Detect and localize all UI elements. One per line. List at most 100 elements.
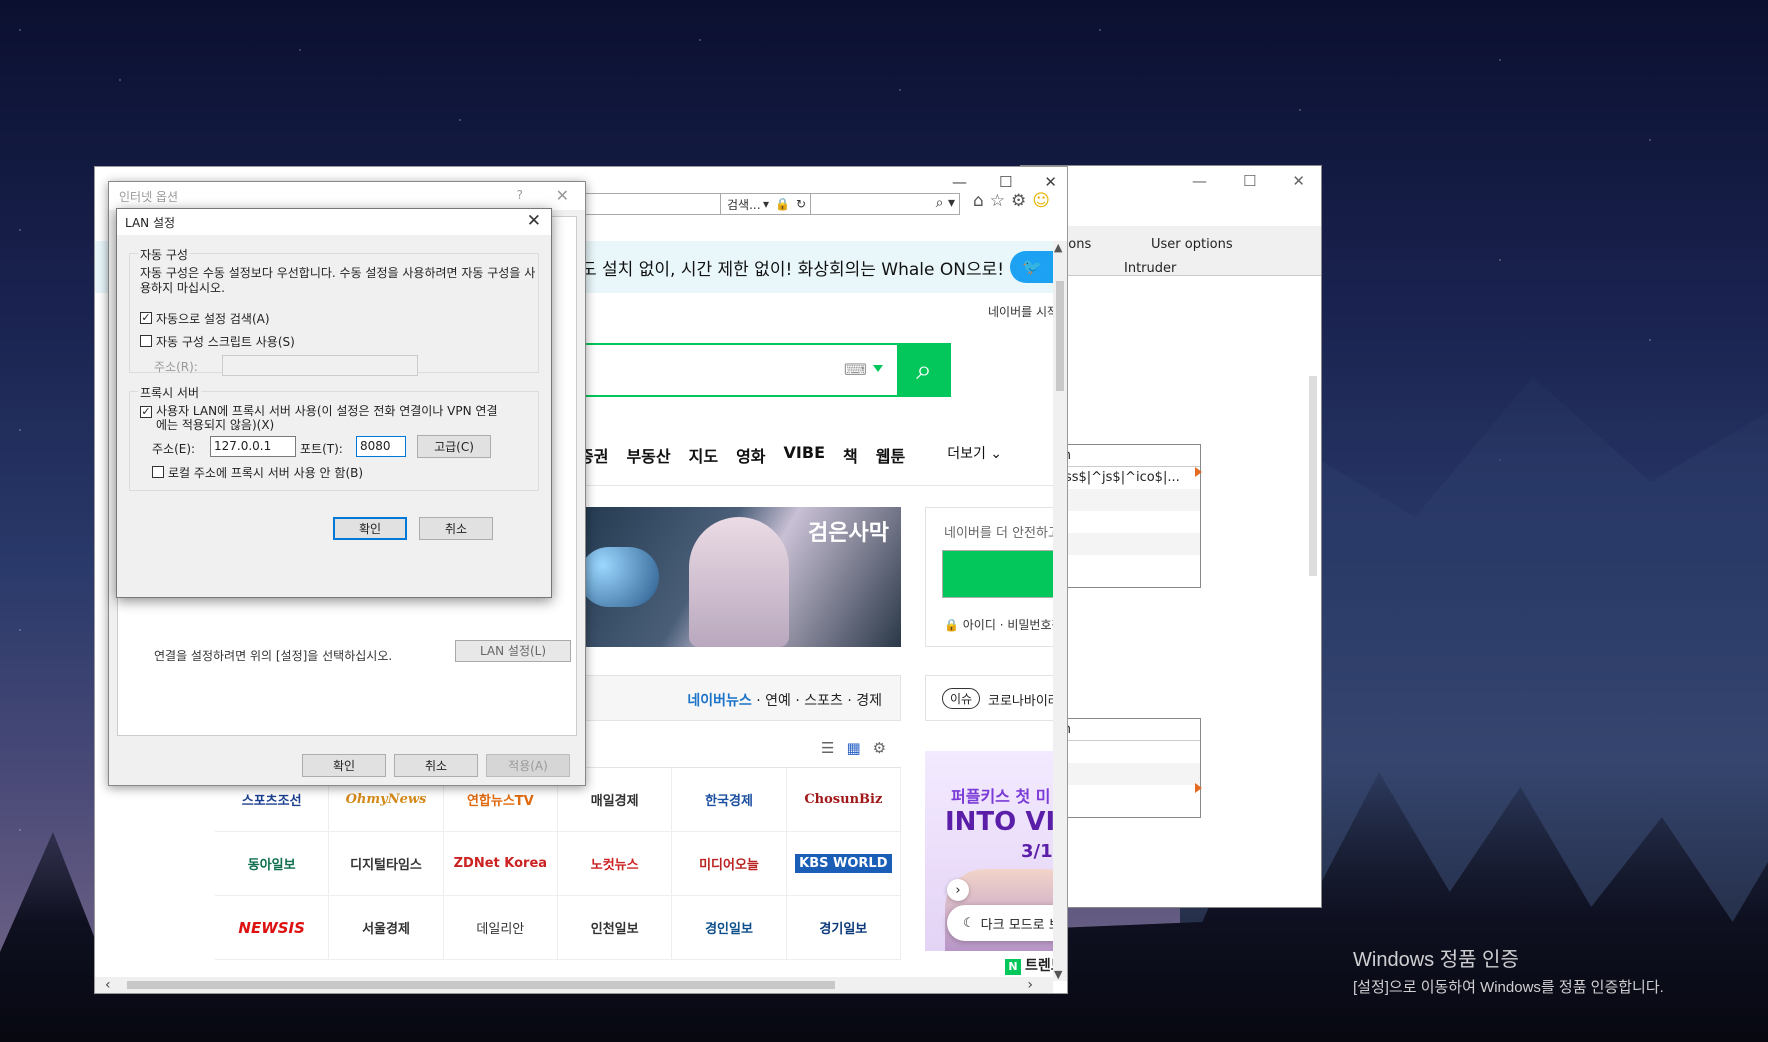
config-script-checkbox[interactable]: 자동 구성 스크립트 사용(S) bbox=[140, 333, 295, 350]
proxy-port-label: 포트(T): bbox=[300, 442, 343, 456]
issue-badge: 이슈 bbox=[942, 688, 981, 709]
ok-button[interactable]: 확인 bbox=[333, 517, 407, 540]
feedback-icon[interactable]: ☺ bbox=[1032, 191, 1050, 211]
settings-icon[interactable]: ⚙ bbox=[1011, 191, 1026, 211]
minimize-icon[interactable]: — bbox=[1192, 172, 1207, 190]
browser-search[interactable]: 검색... ⌕ ▾ bbox=[720, 193, 960, 215]
nav-item[interactable]: 지도 bbox=[689, 443, 718, 467]
keyboard-icon[interactable]: ⌨ bbox=[844, 360, 867, 379]
script-address-input[interactable] bbox=[222, 355, 418, 376]
vertical-scrollbar[interactable]: ▲ ▼ bbox=[1053, 241, 1067, 981]
naver-search-button[interactable]: ⌕ bbox=[897, 343, 951, 397]
search-input[interactable]: 검색... bbox=[727, 196, 761, 213]
checkbox-box[interactable] bbox=[140, 335, 152, 347]
naver-login-button[interactable]: NA bbox=[942, 550, 1067, 598]
cancel-button[interactable]: 취소 bbox=[394, 754, 478, 777]
naver-search-input[interactable]: ⌨ bbox=[579, 343, 897, 397]
close-icon[interactable]: ✕ bbox=[1292, 172, 1305, 190]
press-logo[interactable]: 경기일보 bbox=[786, 896, 901, 960]
watermark-title: Windows 정품 인증 bbox=[1353, 949, 1519, 971]
play-arrow-icon[interactable] bbox=[1195, 783, 1202, 793]
chevron-down-icon[interactable] bbox=[873, 365, 883, 372]
press-logo[interactable]: 인천일보 bbox=[558, 896, 673, 960]
press-logo[interactable]: 동아일보 bbox=[215, 832, 330, 896]
tab-user-options[interactable]: User options bbox=[1151, 237, 1233, 252]
ad-banner[interactable]: 검은사막 bbox=[579, 507, 901, 647]
bypass-local-checkbox[interactable]: 로컬 주소에 프록시 서버 사용 안 함(B) bbox=[152, 464, 363, 481]
ad-title: 검은사막 bbox=[808, 521, 889, 546]
nav-item[interactable]: VIBE bbox=[784, 443, 825, 467]
press-logo[interactable]: 디지털타임스 bbox=[329, 832, 444, 896]
maximize-icon[interactable]: ☐ bbox=[1243, 172, 1256, 190]
ad-character bbox=[689, 517, 789, 647]
advanced-button[interactable]: 고급(C) bbox=[417, 435, 491, 458]
burp-scrollbar[interactable] bbox=[1309, 376, 1317, 576]
use-proxy-checkbox[interactable]: ✓ 사용자 LAN에 프록시 서버 사용(이 설정은 전화 연결이나 VPN 연… bbox=[140, 404, 500, 432]
home-icon[interactable]: ⌂ bbox=[973, 191, 984, 211]
find-id-link[interactable]: 아이디 · 비밀번호찾 bbox=[963, 618, 1063, 632]
minimize-icon[interactable]: — bbox=[952, 173, 967, 191]
news-link-economy[interactable]: 경제 bbox=[856, 693, 882, 709]
ok-button[interactable]: 확인 bbox=[302, 754, 386, 777]
dark-mode-button[interactable]: ☾ 다크 모드로 보기 bbox=[947, 905, 1067, 941]
moon-icon: ☾ bbox=[963, 915, 975, 931]
issue-box[interactable]: 이슈 코로나바이러스 bbox=[925, 675, 1067, 721]
scroll-thumb[interactable] bbox=[1056, 281, 1064, 391]
scroll-down-icon[interactable]: ▼ bbox=[1054, 968, 1062, 981]
press-logo[interactable]: 한국경제 bbox=[672, 768, 787, 832]
press-logo[interactable]: 미디어오늘 bbox=[672, 832, 787, 896]
press-logo[interactable]: ZDNet Korea bbox=[443, 832, 558, 896]
news-link-naver[interactable]: 네이버뉴스 bbox=[687, 693, 751, 709]
favorites-icon[interactable]: ☆ bbox=[990, 191, 1005, 211]
auto-detect-checkbox[interactable]: ✓ 자동으로 설정 검색(A) bbox=[140, 310, 270, 327]
nav-item[interactable]: 웹툰 bbox=[876, 443, 905, 467]
service-nav: 증권 부동산 지도 영화 VIBE 책 웹툰 더보기 ⌄ bbox=[579, 443, 1002, 467]
settings-icon[interactable]: ⚙ bbox=[873, 739, 886, 757]
tab-intruder[interactable]: Intruder bbox=[1124, 261, 1176, 276]
press-logo[interactable]: 경인일보 bbox=[672, 896, 787, 960]
checkbox-box[interactable] bbox=[152, 466, 164, 478]
press-logo[interactable]: 서울경제 bbox=[329, 896, 444, 960]
help-icon[interactable]: ? bbox=[517, 188, 523, 202]
login-links[interactable]: 🔒 아이디 · 비밀번호찾 bbox=[944, 616, 1063, 633]
cancel-button[interactable]: 취소 bbox=[419, 517, 493, 540]
nav-item[interactable]: 책 bbox=[843, 443, 858, 467]
press-logo[interactable]: 노컷뉴스 bbox=[558, 832, 673, 896]
search-icon[interactable]: ⌕ ▾ bbox=[936, 195, 955, 211]
news-link-sports[interactable]: 스포츠 bbox=[804, 693, 843, 709]
grid-view-icon[interactable]: ▦ bbox=[846, 739, 860, 757]
proxy-port-input[interactable]: 8080 bbox=[356, 436, 406, 457]
news-link-ent[interactable]: 연예 bbox=[765, 693, 791, 709]
checkbox-box[interactable]: ✓ bbox=[140, 406, 152, 418]
nav-more-button[interactable]: 더보기 ⌄ bbox=[947, 443, 1002, 467]
window-controls: — ☐ ✕ bbox=[952, 173, 1057, 191]
checkbox-box[interactable]: ✓ bbox=[140, 312, 152, 324]
scroll-thumb[interactable] bbox=[127, 981, 835, 989]
view-toggle: ☰ ▦ ⚙ bbox=[821, 739, 886, 757]
close-icon[interactable]: ✕ bbox=[1044, 173, 1057, 191]
close-icon[interactable]: ✕ bbox=[556, 186, 569, 205]
proxy-address-input[interactable]: 127.0.0.1 bbox=[210, 436, 296, 457]
list-view-icon[interactable]: ☰ bbox=[821, 739, 834, 757]
nav-item[interactable]: 영화 bbox=[736, 443, 765, 467]
press-logo[interactable]: NEWSIS bbox=[215, 896, 330, 960]
press-logo[interactable]: ChosunBiz bbox=[786, 768, 901, 832]
lan-settings-button[interactable]: LAN 설정(L) bbox=[455, 640, 571, 662]
lan-hint-text: 연결을 설정하려면 위의 [설정]을 선택하십시오. bbox=[154, 649, 393, 663]
banner-text: 도 설치 없이, 시간 제한 없이! 화상회의는 Whale ON으로! bbox=[581, 260, 1005, 280]
play-arrow-icon[interactable] bbox=[1195, 467, 1202, 477]
scroll-right-icon[interactable]: › bbox=[1027, 977, 1033, 993]
nav-item[interactable]: 부동산 bbox=[626, 443, 670, 467]
chevron-right-icon[interactable]: › bbox=[947, 879, 969, 901]
press-logo[interactable]: KBS WORLD bbox=[786, 832, 901, 896]
scroll-left-icon[interactable]: ‹ bbox=[105, 977, 111, 993]
close-icon[interactable]: ✕ bbox=[527, 211, 541, 231]
horizontal-scrollbar[interactable]: ‹ › bbox=[95, 977, 1053, 993]
scroll-up-icon[interactable]: ▲ bbox=[1054, 241, 1062, 254]
checkbox-label: 로컬 주소에 프록시 서버 사용 안 함(B) bbox=[168, 466, 364, 480]
maximize-icon[interactable]: ☐ bbox=[999, 173, 1012, 191]
ad-orbs bbox=[579, 547, 659, 607]
press-logo[interactable]: 데일리안 bbox=[443, 896, 558, 960]
naver-start-link[interactable]: 네이버를 시작 bbox=[988, 303, 1058, 320]
apply-button[interactable]: 적용(A) bbox=[486, 754, 570, 777]
